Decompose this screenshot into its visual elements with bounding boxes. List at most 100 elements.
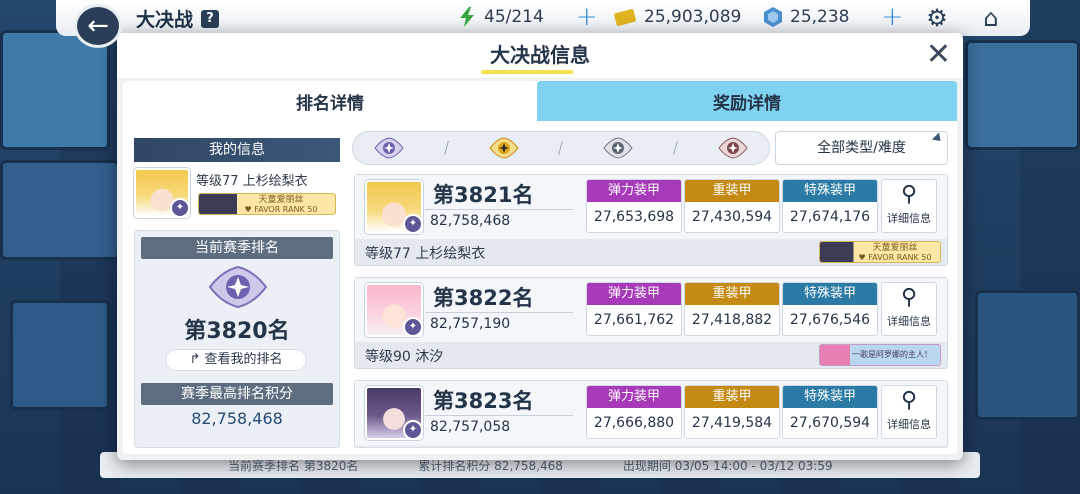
stamina-resource: 45/214 + <box>458 4 598 30</box>
elastic-armor-score: 弹力装甲 27,661,762 <box>586 282 682 336</box>
gold-rank-icon[interactable] <box>488 137 519 159</box>
elastic-armor-value: 27,653,698 <box>593 209 675 225</box>
add-gems-icon[interactable]: + <box>881 4 903 30</box>
rank-number: 第3823名 <box>433 389 534 413</box>
special-armor-value: 27,676,546 <box>789 312 871 328</box>
rank-mini-icon: ✦ <box>403 420 421 438</box>
elastic-armor-label: 弹力装甲 <box>587 283 681 305</box>
title-badge: 一歌是阿罗娜的主人！ <box>819 344 941 366</box>
detail-button[interactable]: ⚲ 详细信息 <box>881 385 937 439</box>
special-armor-score: 特殊装甲 27,676,546 <box>782 282 878 336</box>
type-dropdown-label: 全部类型/难度 <box>817 140 906 156</box>
back-button[interactable]: ← <box>74 4 122 48</box>
favor-badge-name: 天童爱丽丝 <box>872 243 918 253</box>
credit-card-icon <box>614 9 636 26</box>
detail-button[interactable]: ⚲ 详细信息 <box>881 179 937 233</box>
player-avatar[interactable]: ✦ <box>365 283 423 337</box>
special-armor-label: 特殊装甲 <box>783 283 877 305</box>
arrow-left-icon: ← <box>87 11 109 41</box>
heavy-armor-value: 27,419,584 <box>691 415 773 431</box>
lightning-icon <box>460 7 474 27</box>
type-difficulty-dropdown[interactable]: 全部类型/难度 <box>775 131 948 165</box>
current-rank-value: 第3820名 <box>184 319 290 344</box>
rank-card-footer: 等级90 沐汐 一歌是阿罗娜的主人！ <box>355 342 947 368</box>
special-armor-score: 特殊装甲 27,674,176 <box>782 179 878 233</box>
current-rank-header: 当前赛季排名 <box>141 237 333 259</box>
rank-mini-icon: ✦ <box>170 198 188 216</box>
gems-value: 25,238 <box>790 7 850 27</box>
rank-card: ✦ 第3821名 82,758,468 弹力装甲 27,653,698 重装甲 … <box>354 174 948 266</box>
heavy-armor-label: 重装甲 <box>685 386 779 408</box>
view-my-rank-button[interactable]: ↱ 查看我的排名 <box>165 349 307 371</box>
heavy-armor-value: 27,418,882 <box>691 312 773 328</box>
detail-label: 详细信息 <box>887 212 931 225</box>
elastic-armor-value: 27,661,762 <box>593 312 675 328</box>
detail-button[interactable]: ⚲ 详细信息 <box>881 282 937 336</box>
rank-score: 82,757,058 <box>430 419 511 435</box>
favor-badge-rank: ♥ FAVOR RANK 50 <box>244 205 318 214</box>
my-info-row: ✦ 等级77 上杉绘梨衣 天童爱丽丝 ♥ FAVOR RANK 50 <box>134 168 340 220</box>
heavy-armor-score: 重装甲 27,418,882 <box>684 282 780 336</box>
rank-emblem-icon <box>208 265 268 309</box>
close-button[interactable]: ✕ <box>926 39 951 71</box>
rank-number: 第3822名 <box>433 286 534 310</box>
season-best-header: 赛季最高排名积分 <box>141 383 333 405</box>
stamina-value: 45/214 <box>484 7 544 27</box>
background-monitor <box>10 300 110 410</box>
purple-rank-icon[interactable] <box>374 137 404 159</box>
rank-card: ✦ 第3822名 82,757,190 弹力装甲 27,661,762 重装甲 … <box>354 277 948 369</box>
filter-divider <box>443 141 449 155</box>
battle-info-modal: 大决战信息 ✕ 排名详情 奖励详情 我的信息 ✦ 等级77 上杉绘梨衣 天童爱丽… <box>117 33 963 460</box>
rank-number: 第3821名 <box>433 183 534 207</box>
player-avatar[interactable]: ✦ <box>365 180 423 234</box>
tab-ranking-details[interactable]: 排名详情 <box>123 81 537 121</box>
player-level-name: 等级90 沐汐 <box>365 349 444 365</box>
heavy-armor-label: 重装甲 <box>685 283 779 305</box>
my-info-header: 我的信息 <box>134 138 340 162</box>
gray-rank-icon[interactable] <box>603 137 633 159</box>
tab-reward-details[interactable]: 奖励详情 <box>537 81 957 121</box>
rank-card-main: ✦ 第3823名 82,757,058 弹力装甲 27,666,880 重装甲 … <box>355 381 947 445</box>
search-icon: ⚲ <box>900 285 918 310</box>
tab-bar: 排名详情 奖励详情 <box>123 81 957 121</box>
heavy-armor-score: 重装甲 27,430,594 <box>684 179 780 233</box>
favor-badge-name: 天童爱丽丝 <box>258 195 304 205</box>
difficulty-filter-bar <box>352 131 770 165</box>
special-armor-label: 特殊装甲 <box>783 386 877 408</box>
favor-badge: 天童爱丽丝 ♥ FAVOR RANK 50 <box>819 241 941 263</box>
divider <box>425 209 573 210</box>
rank-card-main: ✦ 第3822名 82,757,190 弹力装甲 27,661,762 重装甲 … <box>355 278 947 342</box>
elastic-armor-value: 27,666,880 <box>593 415 675 431</box>
background-monitor <box>975 290 1080 420</box>
ranking-content: 我的信息 ✦ 等级77 上杉绘梨衣 天童爱丽丝 ♥ FAVOR RANK 50 … <box>123 121 957 454</box>
heavy-armor-value: 27,430,594 <box>691 209 773 225</box>
player-level-name: 等级77 上杉绘梨衣 <box>365 246 486 262</box>
player-avatar[interactable]: ✦ <box>365 386 423 440</box>
credits-value: 25,903,089 <box>644 7 742 27</box>
search-icon: ⚲ <box>900 388 918 413</box>
gems-resource: 25,238 + <box>764 4 903 30</box>
add-stamina-icon[interactable]: + <box>576 4 598 30</box>
rank-score: 82,758,468 <box>430 213 511 229</box>
rose-rank-icon[interactable] <box>718 137 748 159</box>
background-monitor <box>965 40 1080 150</box>
gear-icon[interactable]: ⚙ <box>924 5 950 31</box>
heavy-armor-score: 重装甲 27,419,584 <box>684 385 780 439</box>
modal-title: 大决战信息 <box>490 43 590 67</box>
filter-divider <box>558 141 564 155</box>
current-rank-box: 当前赛季排名 第3820名 ↱ 查看我的排名 赛季最高排名积分 82,758,4… <box>134 230 340 448</box>
home-icon[interactable]: ⌂ <box>978 5 1004 31</box>
help-icon[interactable]: ? <box>201 9 220 28</box>
elastic-armor-label: 弹力装甲 <box>587 386 681 408</box>
rank-card-footer: 等级77 上杉绘梨衣 天童爱丽丝 ♥ FAVOR RANK 50 <box>355 239 947 265</box>
special-armor-score: 特殊装甲 27,670,594 <box>782 385 878 439</box>
credits-resource: 25,903,089 <box>614 7 741 27</box>
favor-badge: 天童爱丽丝 ♥ FAVOR RANK 50 <box>198 193 336 215</box>
rank-card: ✦ 第3823名 82,757,058 弹力装甲 27,666,880 重装甲 … <box>354 380 948 448</box>
rank-mini-icon: ✦ <box>403 317 421 335</box>
page-title: 大决战 <box>136 9 194 31</box>
rank-card-main: ✦ 第3821名 82,758,468 弹力装甲 27,653,698 重装甲 … <box>355 175 947 239</box>
gem-icon <box>764 7 782 27</box>
rank-mini-icon: ✦ <box>403 214 421 232</box>
modal-header: 大决战信息 ✕ <box>117 33 963 78</box>
